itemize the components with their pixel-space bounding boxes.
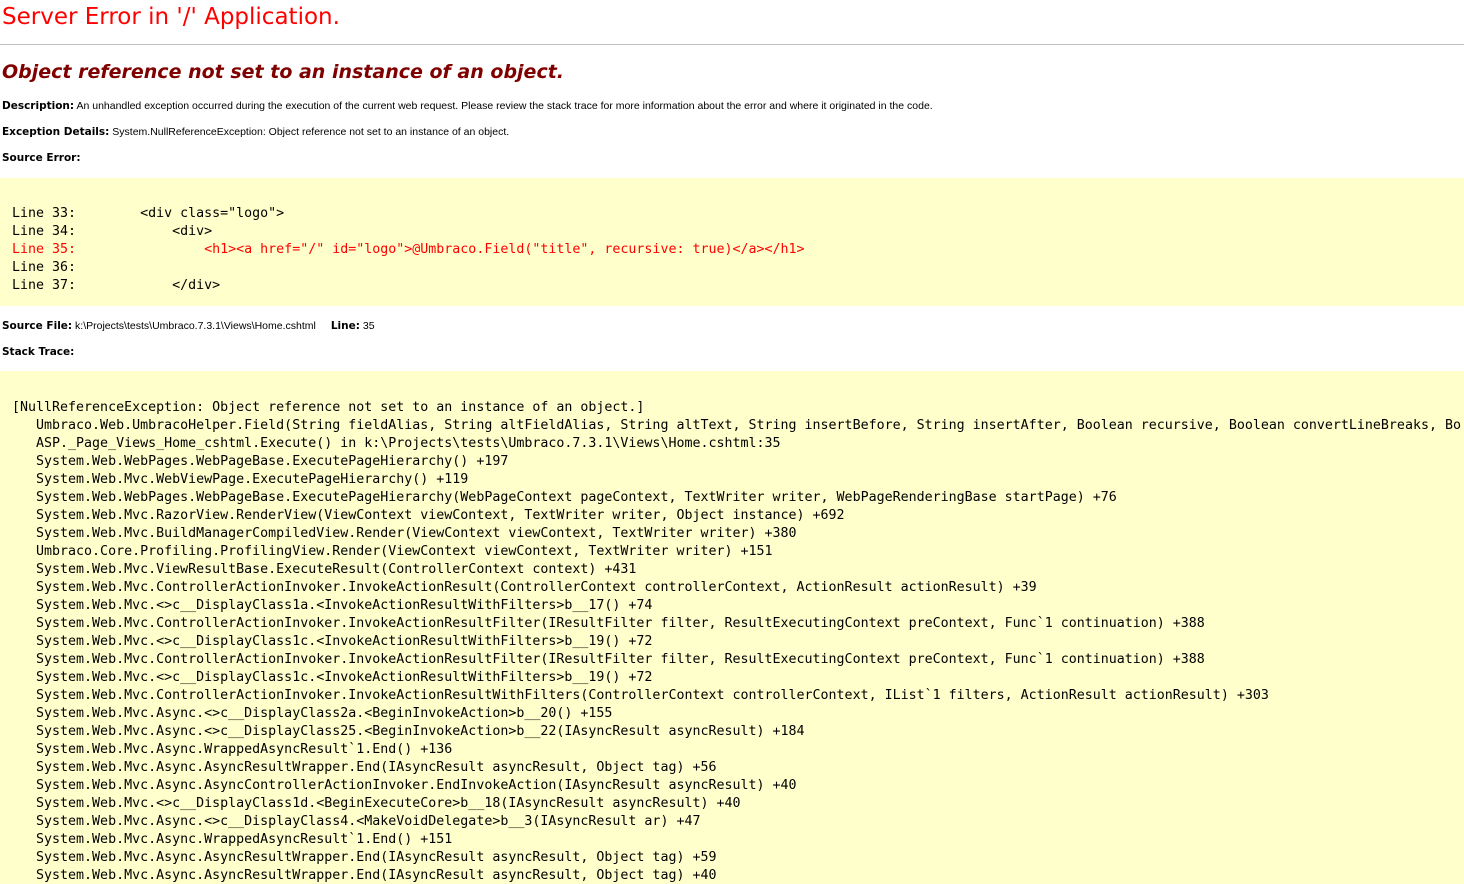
source-error-code-box: Line 33: <div class="logo"> Line 34: <div… bbox=[0, 178, 1464, 306]
title-divider bbox=[0, 44, 1464, 45]
description-text: An unhandled exception occurred during t… bbox=[74, 100, 933, 112]
stack-trace-line: System.Web.WebPages.WebPageBase.ExecuteP… bbox=[12, 490, 1117, 505]
stack-trace-line: System.Web.Mvc.<>c__DisplayClass1c.<Invo… bbox=[12, 670, 653, 685]
stack-trace-line: System.Web.Mvc.Async.AsyncControllerActi… bbox=[12, 778, 797, 793]
page-title: Server Error in '/' Application. bbox=[2, 4, 340, 30]
stack-trace-line: System.Web.Mvc.ControllerActionInvoker.I… bbox=[12, 580, 1037, 595]
stack-trace-line: System.Web.Mvc.<>c__DisplayClass1a.<Invo… bbox=[12, 598, 653, 613]
source-line-label: Line: bbox=[330, 320, 360, 332]
stack-trace-line: System.Web.WebPages.WebPageBase.ExecuteP… bbox=[12, 454, 509, 469]
stack-trace-line: System.Web.Mvc.ControllerActionInvoker.I… bbox=[12, 652, 1205, 667]
stack-trace-line: System.Web.Mvc.Async.WrappedAsyncResult`… bbox=[12, 742, 453, 757]
stack-trace-code: [NullReferenceException: Object referenc… bbox=[12, 399, 1461, 884]
stack-trace-line: System.Web.Mvc.Async.AsyncResultWrapper.… bbox=[12, 760, 717, 775]
stack-trace-line: System.Web.Mvc.ControllerActionInvoker.I… bbox=[12, 616, 1205, 631]
source-line-error: Line 35: <h1><a href="/" id="logo">@Umbr… bbox=[12, 242, 805, 257]
stack-trace-code-box: [NullReferenceException: Object referenc… bbox=[0, 371, 1464, 884]
exception-details-text: System.NullReferenceException: Object re… bbox=[109, 126, 510, 138]
stack-trace-line: System.Web.Mvc.<>c__DisplayClass1c.<Invo… bbox=[12, 634, 653, 649]
stack-trace-line: Umbraco.Web.UmbracoHelper.Field(String f… bbox=[12, 418, 1461, 433]
stack-trace-line: [NullReferenceException: Object referenc… bbox=[12, 400, 645, 415]
source-line-value: 35 bbox=[359, 320, 375, 332]
stack-trace-line: System.Web.Mvc.BuildManagerCompiledView.… bbox=[12, 526, 797, 541]
source-file-path: k:\Projects\tests\Umbraco.7.3.1\Views\Ho… bbox=[72, 320, 316, 332]
stack-trace-line: System.Web.Mvc.Async.AsyncResultWrapper.… bbox=[12, 850, 717, 865]
stack-trace-line: System.Web.Mvc.WebViewPage.ExecutePageHi… bbox=[12, 472, 469, 487]
source-line: Line 37: </div> bbox=[12, 278, 221, 293]
stack-trace-line: System.Web.Mvc.Async.<>c__DisplayClass2a… bbox=[12, 706, 613, 721]
stack-trace-line: System.Web.Mvc.Async.<>c__DisplayClass4.… bbox=[12, 814, 701, 829]
stack-trace-line: System.Web.Mvc.<>c__DisplayClass1d.<Begi… bbox=[12, 796, 741, 811]
error-message: Object reference not set to an instance … bbox=[2, 61, 565, 83]
source-error-label: Source Error: bbox=[2, 152, 81, 164]
source-file-section: Source File: k:\Projects\tests\Umbraco.7… bbox=[2, 320, 375, 332]
stack-trace-label: Stack Trace: bbox=[2, 346, 75, 358]
stack-trace-line: System.Web.Mvc.Async.WrappedAsyncResult`… bbox=[12, 832, 453, 847]
stack-trace-line: System.Web.Mvc.Async.<>c__DisplayClass25… bbox=[12, 724, 805, 739]
stack-trace-line: System.Web.Mvc.ControllerActionInvoker.I… bbox=[12, 688, 1269, 703]
stack-trace-line: System.Web.Mvc.Async.AsyncResultWrapper.… bbox=[12, 868, 717, 883]
description-label: Description: bbox=[2, 100, 75, 112]
exception-details-label: Exception Details: bbox=[2, 126, 110, 138]
source-line: Line 36: bbox=[12, 260, 77, 275]
source-line: Line 34: <div> bbox=[12, 224, 213, 239]
stack-trace-line: System.Web.Mvc.ViewResultBase.ExecuteRes… bbox=[12, 562, 637, 577]
description-section: Description: An unhandled exception occu… bbox=[2, 100, 933, 112]
exception-details-section: Exception Details: System.NullReferenceE… bbox=[2, 126, 509, 138]
stack-trace-line: Umbraco.Core.Profiling.ProfilingView.Ren… bbox=[12, 544, 773, 559]
stack-trace-line: System.Web.Mvc.RazorView.RenderView(View… bbox=[12, 508, 845, 523]
source-line: Line 33: <div class="logo"> bbox=[12, 206, 285, 221]
source-error-code: Line 33: <div class="logo"> Line 34: <div… bbox=[12, 205, 805, 295]
source-file-label: Source File: bbox=[2, 320, 73, 332]
source-error-section: Source Error: bbox=[2, 152, 81, 164]
stack-trace-section: Stack Trace: bbox=[2, 346, 74, 358]
stack-trace-line: ASP._Page_Views_Home_cshtml.Execute() in… bbox=[12, 436, 781, 451]
